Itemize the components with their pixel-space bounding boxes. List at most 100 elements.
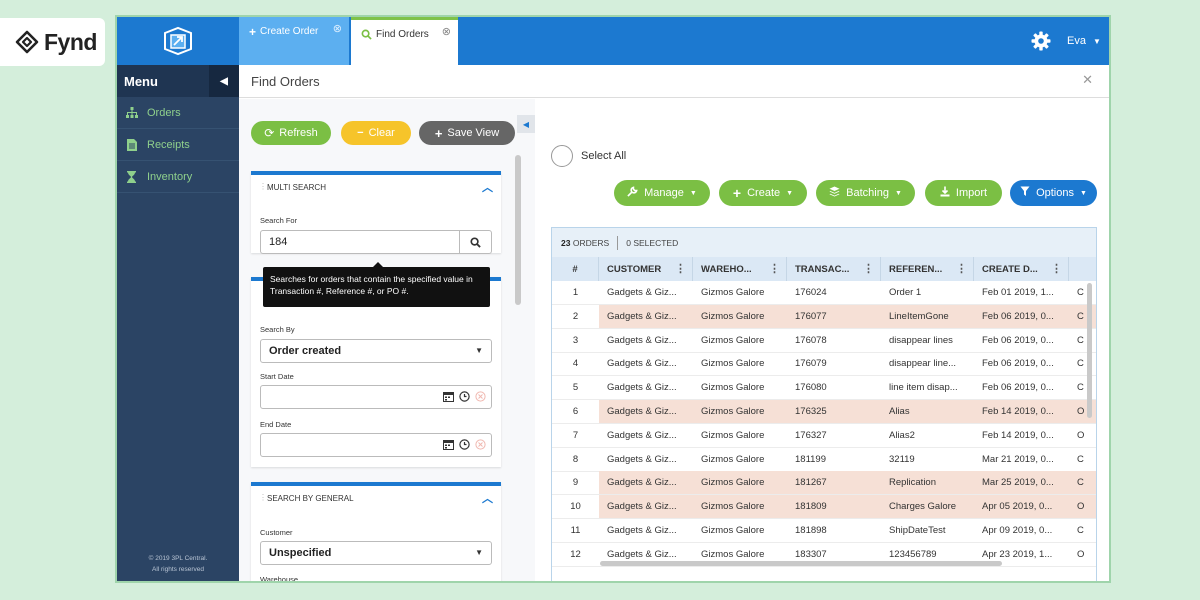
drag-grip-icon[interactable]: ⋮ [259,182,267,191]
reference-cell: Replication [881,471,974,495]
customer-cell: Gadgets & Giz... [607,453,677,465]
search-icon [361,29,372,40]
batching-button[interactable]: Batching ▼ [816,180,915,206]
collapse-panel-icon[interactable]: ◀ [517,115,535,133]
table-row[interactable]: 9 Gadgets & Giz... Gizmos Galore 181267 Repl… [552,471,1096,496]
grid-horizontal-scrollbar[interactable] [600,561,1002,566]
brand-name: fynd [44,28,97,55]
customer-cell: Gadgets & Giz... [599,471,693,495]
table-row[interactable]: 11 Gadgets & Giz... Gizmos Galore 181898 Shi… [552,519,1096,543]
end-date-input[interactable] [260,433,492,457]
close-icon[interactable]: ✕ [1082,72,1093,88]
row-number-cell: 11 [570,525,581,536]
start-date-input[interactable] [260,385,492,409]
table-row[interactable]: 10 Gadgets & Giz... Gizmos Galore 181809 Cha… [552,495,1096,520]
customer-value: Unspecified [269,547,332,559]
table-row[interactable]: 3 Gadgets & Giz... Gizmos Galore 176078 disa… [552,329,1096,353]
column-header-reference[interactable]: REFEREN... ⋮ [881,257,974,281]
save-view-button[interactable]: + Save View [419,121,515,145]
clock-icon[interactable] [459,391,470,405]
extra-cell: O [1077,429,1085,441]
row-number-cell: 7 [572,429,579,441]
column-header-create-date[interactable]: CREATE D... ⋮ [974,257,1069,281]
column-header-extra [1069,257,1096,281]
filter-icon [1020,186,1030,200]
general-search-card: ⋮ SEARCH BY GENERAL ︿ Customer Unspecifi… [251,482,501,581]
clear-button[interactable]: − Clear [341,121,411,145]
table-row[interactable]: 1 Gadgets & Giz... Gizmos Galore 176024 Orde… [552,281,1096,305]
column-header-number[interactable]: # [552,257,599,281]
grid-vertical-scrollbar[interactable] [1087,283,1092,418]
column-header-customer[interactable]: CUSTOMER ⋮ [599,257,693,281]
import-button[interactable]: Import [925,180,1002,206]
settings-gear-icon[interactable] [1031,31,1051,51]
create-button[interactable]: + Create ▼ [719,180,807,206]
column-header-label: CREATE D... [982,263,1038,275]
table-row[interactable]: 8 Gadgets & Giz... Gizmos Galore 181199 3211… [552,448,1096,472]
extra-cell: C [1077,358,1084,370]
dropdown-caret-icon: ▼ [475,346,483,355]
column-menu-icon[interactable]: ⋮ [675,262,686,275]
orders-panel: Select All Manage ▼ + Create ▼ Batching … [537,99,1109,581]
column-menu-icon[interactable]: ⋮ [956,262,967,275]
search-for-value: 184 [269,236,288,248]
table-row[interactable]: 4 Gadgets & Giz... Gizmos Galore 176079 disa… [552,352,1096,377]
column-menu-icon[interactable]: ⋮ [863,262,874,275]
sidebar-item-orders[interactable]: Orders [117,97,239,129]
close-tab-icon[interactable]: ⊗ [442,25,451,38]
refresh-button[interactable]: ⟳ Refresh [251,121,331,145]
table-row[interactable]: 6 Gadgets & Giz... Gizmos Galore 176325 Alia… [552,400,1096,424]
sidebar-item-receipts[interactable]: Receipts [117,129,239,161]
chevron-down-icon: ▼ [894,189,902,197]
table-row[interactable]: 5 Gadgets & Giz... Gizmos Galore 176080 line… [552,376,1096,401]
chevron-up-icon[interactable]: ︿ [482,179,493,195]
table-row[interactable]: 2 Gadgets & Giz... Gizmos Galore 176077 Line… [552,304,1096,329]
column-menu-icon[interactable]: ⋮ [769,262,780,275]
transaction-cell: 181809 [787,495,881,519]
search-panel-scrollbar[interactable] [515,155,521,305]
tab-find-orders[interactable]: Find Orders ⊗ [351,17,458,65]
grid-summary: 23 ORDERS 0 SELECTED [552,228,1096,257]
transaction-cell: 176077 [787,304,881,328]
extra-cell: O [1069,400,1096,423]
manage-button[interactable]: Manage ▼ [614,180,710,206]
order-count: 23 [561,237,571,248]
select-all-checkbox[interactable] [551,145,573,167]
customer-select[interactable]: Unspecified ▼ [260,541,492,565]
clock-icon[interactable] [459,439,470,453]
card-header[interactable]: ⋮ SEARCH BY GENERAL ︿ [251,486,501,510]
drag-grip-icon[interactable]: ⋮ [259,493,267,502]
sidebar-item-inventory[interactable]: Inventory [117,161,239,193]
column-header-label: REFEREN... [889,263,943,275]
chevron-down-icon: ▼ [1079,189,1087,197]
chevron-down-icon: ▼ [689,189,697,197]
tab-create-order[interactable]: + Create Order ⊗ [239,17,349,65]
search-icon[interactable] [459,231,491,253]
search-for-input[interactable]: 184 [260,230,492,254]
button-label: Clear [368,127,395,139]
column-header-warehouse[interactable]: WAREHO... ⋮ [693,257,787,281]
calendar-icon[interactable] [443,391,454,405]
calendar-icon[interactable] [443,439,454,453]
extra-cell: O [1069,495,1096,519]
table-row[interactable]: 7 Gadgets & Giz... Gizmos Galore 176327 Alia… [552,424,1096,448]
select-all[interactable]: Select All [551,145,626,167]
close-tab-icon[interactable]: ⊗ [333,22,342,35]
column-header-transaction[interactable]: TRANSAC... ⋮ [787,257,881,281]
collapse-menu-icon[interactable]: ◀ [209,65,239,97]
clear-date-icon[interactable] [475,439,486,453]
card-header[interactable]: ⋮ MULTI SEARCH ︿ [251,175,501,199]
reference-cell: Charges Galore [881,495,974,519]
app-logo[interactable] [117,17,239,65]
column-header-label: # [572,263,578,275]
clear-date-icon[interactable] [475,391,486,405]
search-by-select[interactable]: Order created ▼ [260,339,492,363]
chevron-up-icon[interactable]: ︿ [482,490,493,506]
sidebar-item-label: Inventory [147,170,193,183]
create-date-cell: Feb 06 2019, 0... [982,358,1054,370]
options-button[interactable]: Options ▼ [1010,180,1097,206]
user-menu[interactable]: Eva ▼ [1067,35,1101,47]
extra-cell: O [1077,548,1085,560]
copyright: © 2019 3PL Central. All rights reserved [117,553,239,575]
column-menu-icon[interactable]: ⋮ [1051,262,1062,275]
